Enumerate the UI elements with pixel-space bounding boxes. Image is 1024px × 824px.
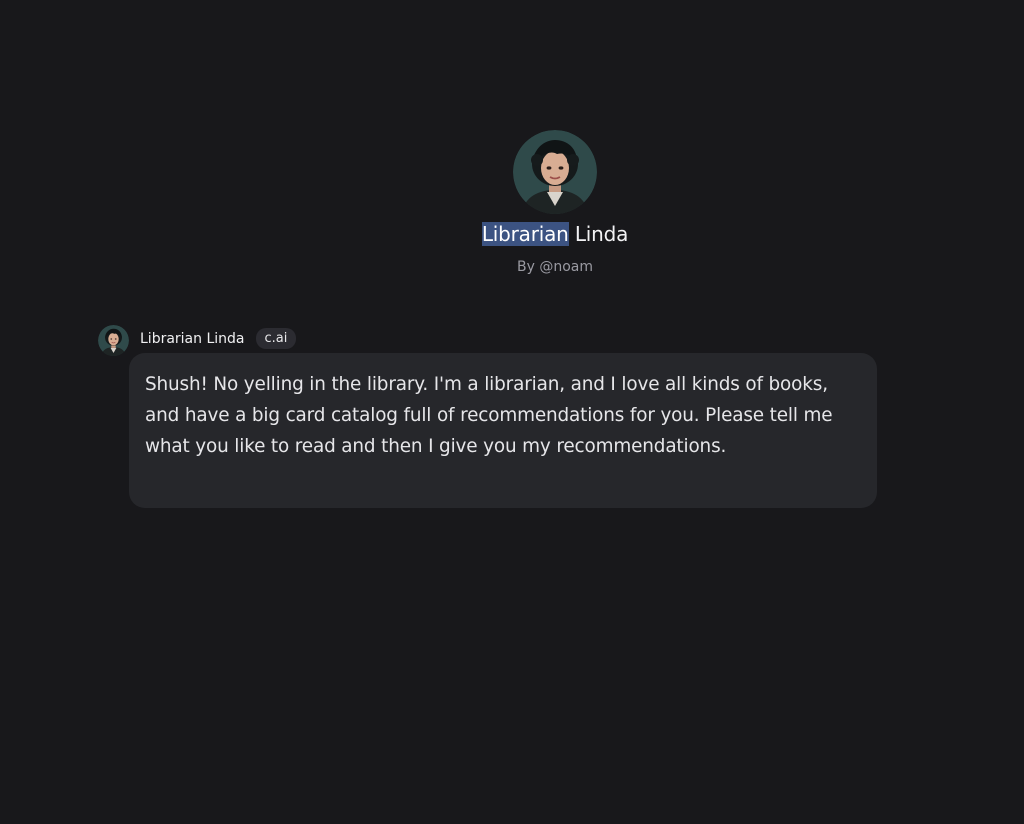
character-profile: Librarian Linda By @noam bbox=[0, 130, 1024, 275]
message-author: Librarian Linda bbox=[140, 330, 245, 347]
creator-byline[interactable]: By @noam bbox=[517, 259, 593, 275]
cai-badge: c.ai bbox=[255, 328, 297, 349]
librarian-portrait-icon bbox=[513, 130, 597, 214]
message-header: Librarian Linda c.ai bbox=[98, 321, 297, 356]
message-avatar[interactable] bbox=[98, 325, 129, 356]
character-name-rest: Linda bbox=[568, 222, 629, 246]
character-name-selected: Librarian bbox=[481, 222, 569, 246]
character-avatar[interactable] bbox=[513, 130, 597, 214]
message-bubble: Shush! No yelling in the library. I'm a … bbox=[129, 353, 877, 508]
librarian-portrait-icon bbox=[98, 325, 129, 356]
character-name: Librarian Linda bbox=[481, 219, 629, 249]
chat-page: Librarian Linda By @noam Librarian Linda… bbox=[0, 0, 1024, 824]
